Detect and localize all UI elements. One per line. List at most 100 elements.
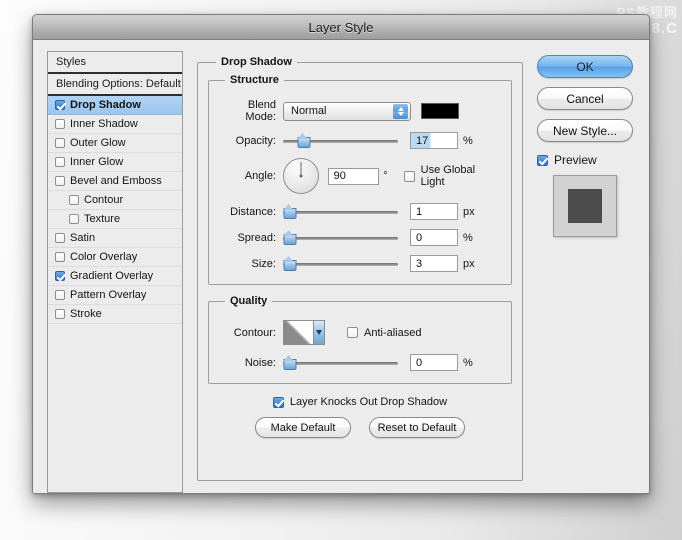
use-global-light-label: Use Global Light: [420, 164, 476, 188]
distance-slider[interactable]: [283, 203, 398, 219]
layer-knockout-checkbox[interactable]: [272, 396, 284, 408]
size-slider-track: [283, 262, 398, 266]
style-checkbox[interactable]: [55, 271, 65, 281]
chevron-updown-icon[interactable]: [393, 103, 408, 119]
style-row-label: Bevel and Emboss: [70, 175, 162, 187]
anti-aliased-checkbox[interactable]: [347, 327, 358, 338]
use-global-light-checkbox[interactable]: [403, 170, 415, 182]
layer-knockout-row[interactable]: Layer Knocks Out Drop Shadow: [208, 396, 512, 408]
style-checkbox[interactable]: [55, 233, 65, 243]
noise-slider-thumb[interactable]: [283, 354, 297, 370]
noise-label: Noise:: [244, 356, 276, 369]
style-row-drop-shadow[interactable]: Drop Shadow: [48, 96, 182, 115]
style-checkbox[interactable]: [55, 176, 65, 186]
anti-aliased-row[interactable]: Anti-aliased: [347, 327, 421, 339]
opacity-value: 17: [416, 134, 429, 147]
drop-shadow-pane: Drop Shadow Structure Blend Mode: Normal: [197, 51, 523, 481]
blending-options-label: Blending Options: Default: [56, 78, 181, 90]
actions-column: OK Cancel New Style... Preview: [533, 51, 637, 481]
contour-picker[interactable]: [283, 320, 325, 345]
style-row-gradient-overlay[interactable]: Gradient Overlay: [48, 267, 182, 286]
style-checkbox[interactable]: [55, 100, 65, 110]
distance-input[interactable]: 1: [410, 203, 458, 220]
angle-label: Angle:: [244, 170, 276, 182]
style-row-pattern-overlay[interactable]: Pattern Overlay: [48, 286, 182, 305]
preview-checkbox[interactable]: [537, 154, 548, 166]
drop-shadow-group: Drop Shadow Structure Blend Mode: Normal: [197, 56, 523, 481]
noise-unit: %: [463, 356, 473, 369]
desktop-backdrop: PS教程网 BBS.16XX8.C Layer Style Styles Ble…: [0, 0, 682, 540]
style-checkbox[interactable]: [55, 157, 65, 167]
size-unit: px: [463, 257, 475, 270]
angle-unit: °: [383, 170, 388, 182]
anti-aliased-label: Anti-aliased: [364, 326, 422, 339]
quality-group: Quality Contour: Anti-aliased Noise: 0 %: [208, 295, 512, 384]
reset-to-default-button[interactable]: Reset to Default: [369, 417, 465, 438]
preview-row[interactable]: Preview: [537, 153, 597, 167]
style-row-stroke[interactable]: Stroke: [48, 305, 182, 324]
dialog-title: Layer Style: [308, 19, 374, 35]
spread-row: Spread: 0 %: [217, 229, 501, 246]
distance-slider-track: [283, 210, 398, 214]
styles-rows: Drop Shadow Inner Shadow Outer Glow Inner G…: [48, 96, 182, 324]
angle-input[interactable]: 90: [327, 167, 380, 185]
style-checkbox[interactable]: [55, 309, 65, 319]
size-slider-thumb[interactable]: [283, 255, 297, 271]
opacity-label: Opacity:: [235, 134, 276, 147]
style-checkbox[interactable]: [55, 252, 65, 262]
style-row-inner-glow[interactable]: Inner Glow: [48, 153, 182, 172]
opacity-row: Opacity: 17 %: [217, 132, 501, 149]
distance-label: Distance:: [230, 205, 276, 218]
style-row-label: Texture: [84, 213, 121, 225]
spread-label: Spread:: [237, 231, 276, 244]
angle-dial[interactable]: [283, 158, 319, 194]
size-slider[interactable]: [283, 255, 398, 271]
opacity-slider[interactable]: [283, 132, 398, 148]
style-row-outer-glow[interactable]: Outer Glow: [48, 134, 182, 153]
distance-slider-thumb[interactable]: [283, 203, 297, 219]
opacity-input[interactable]: 17: [410, 132, 458, 149]
style-row-label: Inner Glow: [70, 156, 124, 168]
style-row-label: Stroke: [70, 308, 102, 320]
blend-mode-row: Blend Mode: Normal: [217, 99, 501, 123]
noise-slider[interactable]: [283, 354, 398, 370]
style-row-inner-shadow[interactable]: Inner Shadow: [48, 115, 182, 134]
size-value: 3: [416, 257, 423, 270]
spread-slider-track: [283, 236, 398, 240]
style-row-bevel-and-emboss[interactable]: Bevel and Emboss: [48, 172, 182, 191]
shadow-color-swatch[interactable]: [421, 103, 459, 119]
dialog-titlebar[interactable]: Layer Style: [33, 15, 649, 40]
layer-style-dialog: Layer Style Styles Blending Options: Def…: [32, 14, 650, 494]
dialog-body: Styles Blending Options: Default Drop Sh…: [33, 41, 649, 493]
style-row-color-overlay[interactable]: Color Overlay: [48, 248, 182, 267]
noise-input[interactable]: 0: [410, 354, 458, 371]
cancel-button[interactable]: Cancel: [537, 87, 633, 110]
style-checkbox[interactable]: [55, 119, 65, 129]
opacity-slider-thumb[interactable]: [297, 132, 311, 148]
use-global-light-row[interactable]: Use Global Light: [403, 164, 501, 188]
style-row-label: Inner Shadow: [70, 118, 138, 130]
make-default-button[interactable]: Make Default: [255, 417, 351, 438]
style-row-satin[interactable]: Satin: [48, 229, 182, 248]
angle-dial-hub: [299, 174, 303, 178]
size-row: Size: 3 px: [217, 255, 501, 272]
spread-slider-thumb[interactable]: [283, 229, 297, 245]
spread-input[interactable]: 0: [410, 229, 458, 246]
spread-slider[interactable]: [283, 229, 398, 245]
blending-options-row[interactable]: Blending Options: Default: [48, 74, 182, 96]
contour-preview: [284, 321, 313, 344]
style-checkbox[interactable]: [55, 138, 65, 148]
blend-mode-select[interactable]: Normal: [283, 101, 411, 121]
style-checkbox[interactable]: [55, 290, 65, 300]
style-checkbox[interactable]: [69, 214, 79, 224]
ok-button[interactable]: OK: [537, 55, 633, 78]
style-row-label: Color Overlay: [70, 251, 138, 263]
chevron-down-icon[interactable]: [313, 321, 324, 344]
style-checkbox[interactable]: [69, 195, 79, 205]
size-input[interactable]: 3: [410, 255, 458, 272]
styles-list[interactable]: Styles Blending Options: Default Drop Sh…: [47, 51, 183, 493]
style-row-label: Gradient Overlay: [70, 270, 154, 282]
style-row-contour[interactable]: Contour: [48, 191, 182, 210]
new-style-button[interactable]: New Style...: [537, 119, 633, 142]
style-row-texture[interactable]: Texture: [48, 210, 182, 229]
